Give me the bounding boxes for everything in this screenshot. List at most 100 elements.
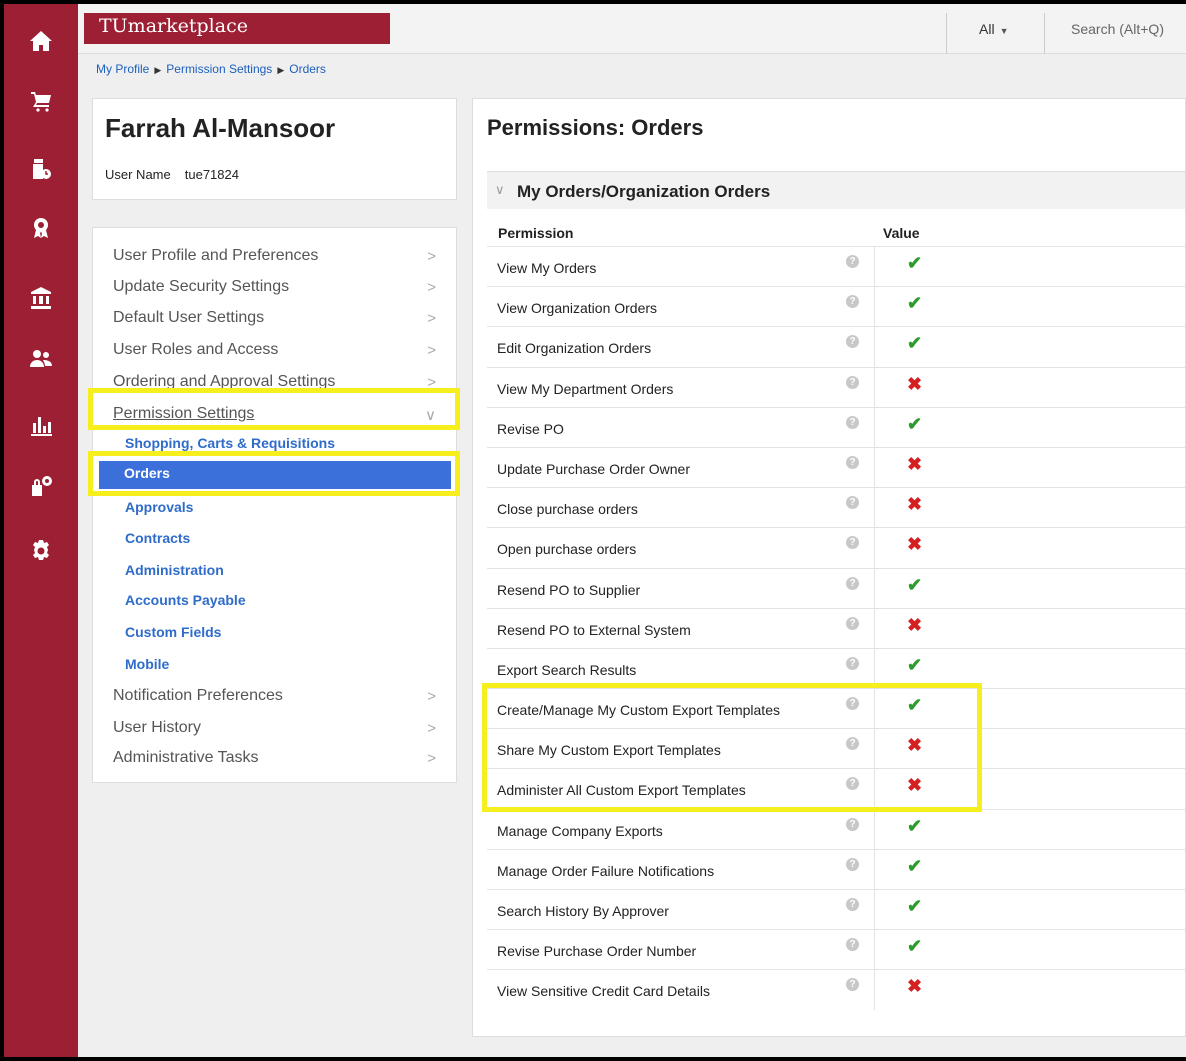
menu-item-security[interactable]: Update Security Settings > <box>113 278 443 296</box>
help-icon[interactable]: ? <box>846 255 859 268</box>
submenu-contracts[interactable]: Contracts <box>125 530 190 546</box>
search-input[interactable]: Search (Alt+Q) <box>1046 13 1186 54</box>
menu-item-label: User History <box>113 719 202 736</box>
breadcrumb-my-profile[interactable]: My Profile <box>96 62 149 76</box>
table-row: View My Department Orders? ✖ <box>487 366 1185 407</box>
help-icon[interactable]: ? <box>846 656 859 670</box>
help-icon[interactable]: ? <box>846 857 859 871</box>
permission-label: Edit Organization Orders <box>497 340 652 357</box>
column-divider <box>874 488 875 528</box>
help-icon[interactable]: ? <box>846 978 859 992</box>
help-icon[interactable]: ? <box>846 576 859 590</box>
search-scope-dropdown[interactable]: All ▼ <box>946 13 1045 54</box>
checkmark-icon: ✔ <box>907 574 923 595</box>
table-row: Manage Order Failure Notifications? ✔ <box>487 848 1185 889</box>
breadcrumb-permission-settings[interactable]: Permission Settings <box>166 62 272 76</box>
profile-username: User Name tue71824 <box>105 167 239 182</box>
column-divider <box>874 287 875 327</box>
checkmark-icon: ✔ <box>907 253 923 273</box>
checkmark-icon: ✔ <box>907 695 923 716</box>
help-icon[interactable]: ? <box>846 335 859 349</box>
help-icon[interactable]: ? <box>846 295 859 309</box>
section-header-my-orders[interactable]: ∨ My Orders/Organization Orders <box>487 171 1185 209</box>
submenu-accounts-payable[interactable]: Accounts Payable <box>125 592 246 608</box>
menu-item-administrative-tasks[interactable]: Administrative Tasks > <box>113 749 443 767</box>
users-icon[interactable] <box>26 344 56 374</box>
column-divider <box>874 367 875 407</box>
help-icon[interactable]: ? <box>846 777 859 791</box>
menu-item-ordering-approval[interactable]: Ordering and Approval Settings > <box>113 373 443 391</box>
help-icon[interactable]: ? <box>846 737 859 751</box>
help-icon[interactable]: ? <box>846 375 859 389</box>
table-row: Resend PO to Supplier? ✔ <box>487 567 1185 608</box>
help-icon[interactable]: ? <box>846 697 859 711</box>
table-row: Share My Custom Export Templates? ✖ <box>487 728 1185 769</box>
menu-item-roles-access[interactable]: User Roles and Access > <box>113 341 443 359</box>
username-value: tue71824 <box>184 167 239 182</box>
menu-item-default-settings[interactable]: Default User Settings > <box>113 309 443 327</box>
app-window: TUmarketplace All ▼ Search (Alt+Q) My Pro… <box>4 4 1186 1057</box>
documents-clock-icon[interactable] <box>26 154 56 184</box>
column-divider <box>874 849 875 889</box>
submenu-custom-fields[interactable]: Custom Fields <box>125 624 221 640</box>
x-mark-icon: ✖ <box>907 453 923 474</box>
submenu-orders[interactable]: Orders <box>99 461 451 489</box>
permission-label: Resend PO to External System <box>497 621 691 638</box>
checkmark-icon: ✔ <box>907 815 923 836</box>
bank-icon[interactable] <box>26 283 56 313</box>
permission-label: Export Search Results <box>497 661 637 678</box>
award-icon[interactable] <box>26 213 56 243</box>
help-icon[interactable]: ? <box>846 898 859 911</box>
submenu-administration[interactable]: Administration <box>125 562 224 578</box>
gear-icon[interactable] <box>26 536 56 566</box>
menu-item-permission-settings[interactable]: Permission Settings ∨ <box>113 405 443 424</box>
chevron-right-icon: > <box>427 342 436 359</box>
menu-item-label: User Profile and Preferences <box>113 247 319 264</box>
permission-label: View Organization Orders <box>497 300 658 317</box>
permission-label: View My Department Orders <box>497 380 674 397</box>
bar-chart-icon[interactable] <box>26 410 56 440</box>
submenu-shopping-carts[interactable]: Shopping, Carts & Requisitions <box>125 435 335 451</box>
checkmark-icon: ✔ <box>907 855 923 876</box>
menu-item-user-profile[interactable]: User Profile and Preferences > <box>113 247 443 265</box>
submenu-mobile[interactable]: Mobile <box>125 656 169 672</box>
permission-label: Search History By Approver <box>497 903 669 919</box>
brand-logo[interactable]: TUmarketplace <box>84 13 390 44</box>
table-row: Open purchase orders? ✖ <box>487 527 1185 568</box>
menu-item-user-history[interactable]: User History > <box>113 719 443 737</box>
column-divider <box>874 447 875 488</box>
table-row: View My Orders? ✔ <box>487 246 1185 287</box>
help-icon[interactable]: ? <box>846 496 859 510</box>
permission-label: Create/Manage My Custom Export Templates <box>497 702 780 719</box>
menu-item-label: Administrative Tasks <box>113 749 259 766</box>
help-icon[interactable]: ? <box>846 536 859 550</box>
checkmark-icon: ✔ <box>907 654 923 675</box>
help-icon[interactable]: ? <box>846 817 859 831</box>
permissions-table: View My Orders? ✔ View Organization Orders… <box>487 246 1185 1010</box>
submenu-approvals[interactable]: Approvals <box>125 499 193 515</box>
help-icon[interactable]: ? <box>846 455 859 469</box>
x-mark-icon: ✖ <box>907 494 923 515</box>
column-divider <box>874 327 875 367</box>
column-divider <box>874 528 875 568</box>
help-icon[interactable]: ? <box>846 616 859 630</box>
table-row: Close purchase orders? ✖ <box>487 487 1185 528</box>
column-divider <box>874 769 875 809</box>
table-row: Revise Purchase Order Number? ✔ <box>487 929 1185 970</box>
permission-label: Close purchase orders <box>497 501 638 518</box>
help-icon[interactable]: ? <box>846 415 859 429</box>
column-divider <box>874 407 875 447</box>
breadcrumb-orders[interactable]: Orders <box>289 62 326 76</box>
table-row: Manage Company Exports? ✔ <box>487 808 1185 849</box>
permissions-panel: Permissions: Orders ∨ My Orders/Organizat… <box>472 98 1186 1037</box>
column-divider <box>874 729 875 769</box>
table-row: Export Search Results? ✔ <box>487 647 1185 689</box>
home-icon[interactable] <box>26 26 56 56</box>
username-label: User Name <box>105 167 171 182</box>
cart-icon[interactable] <box>26 86 56 116</box>
checkmark-icon: ✔ <box>907 896 923 916</box>
help-icon[interactable]: ? <box>846 938 859 952</box>
menu-item-notification-preferences[interactable]: Notification Preferences > <box>113 687 443 705</box>
lock-gear-icon[interactable] <box>26 471 56 501</box>
chevron-down-icon: ∨ <box>425 407 436 424</box>
